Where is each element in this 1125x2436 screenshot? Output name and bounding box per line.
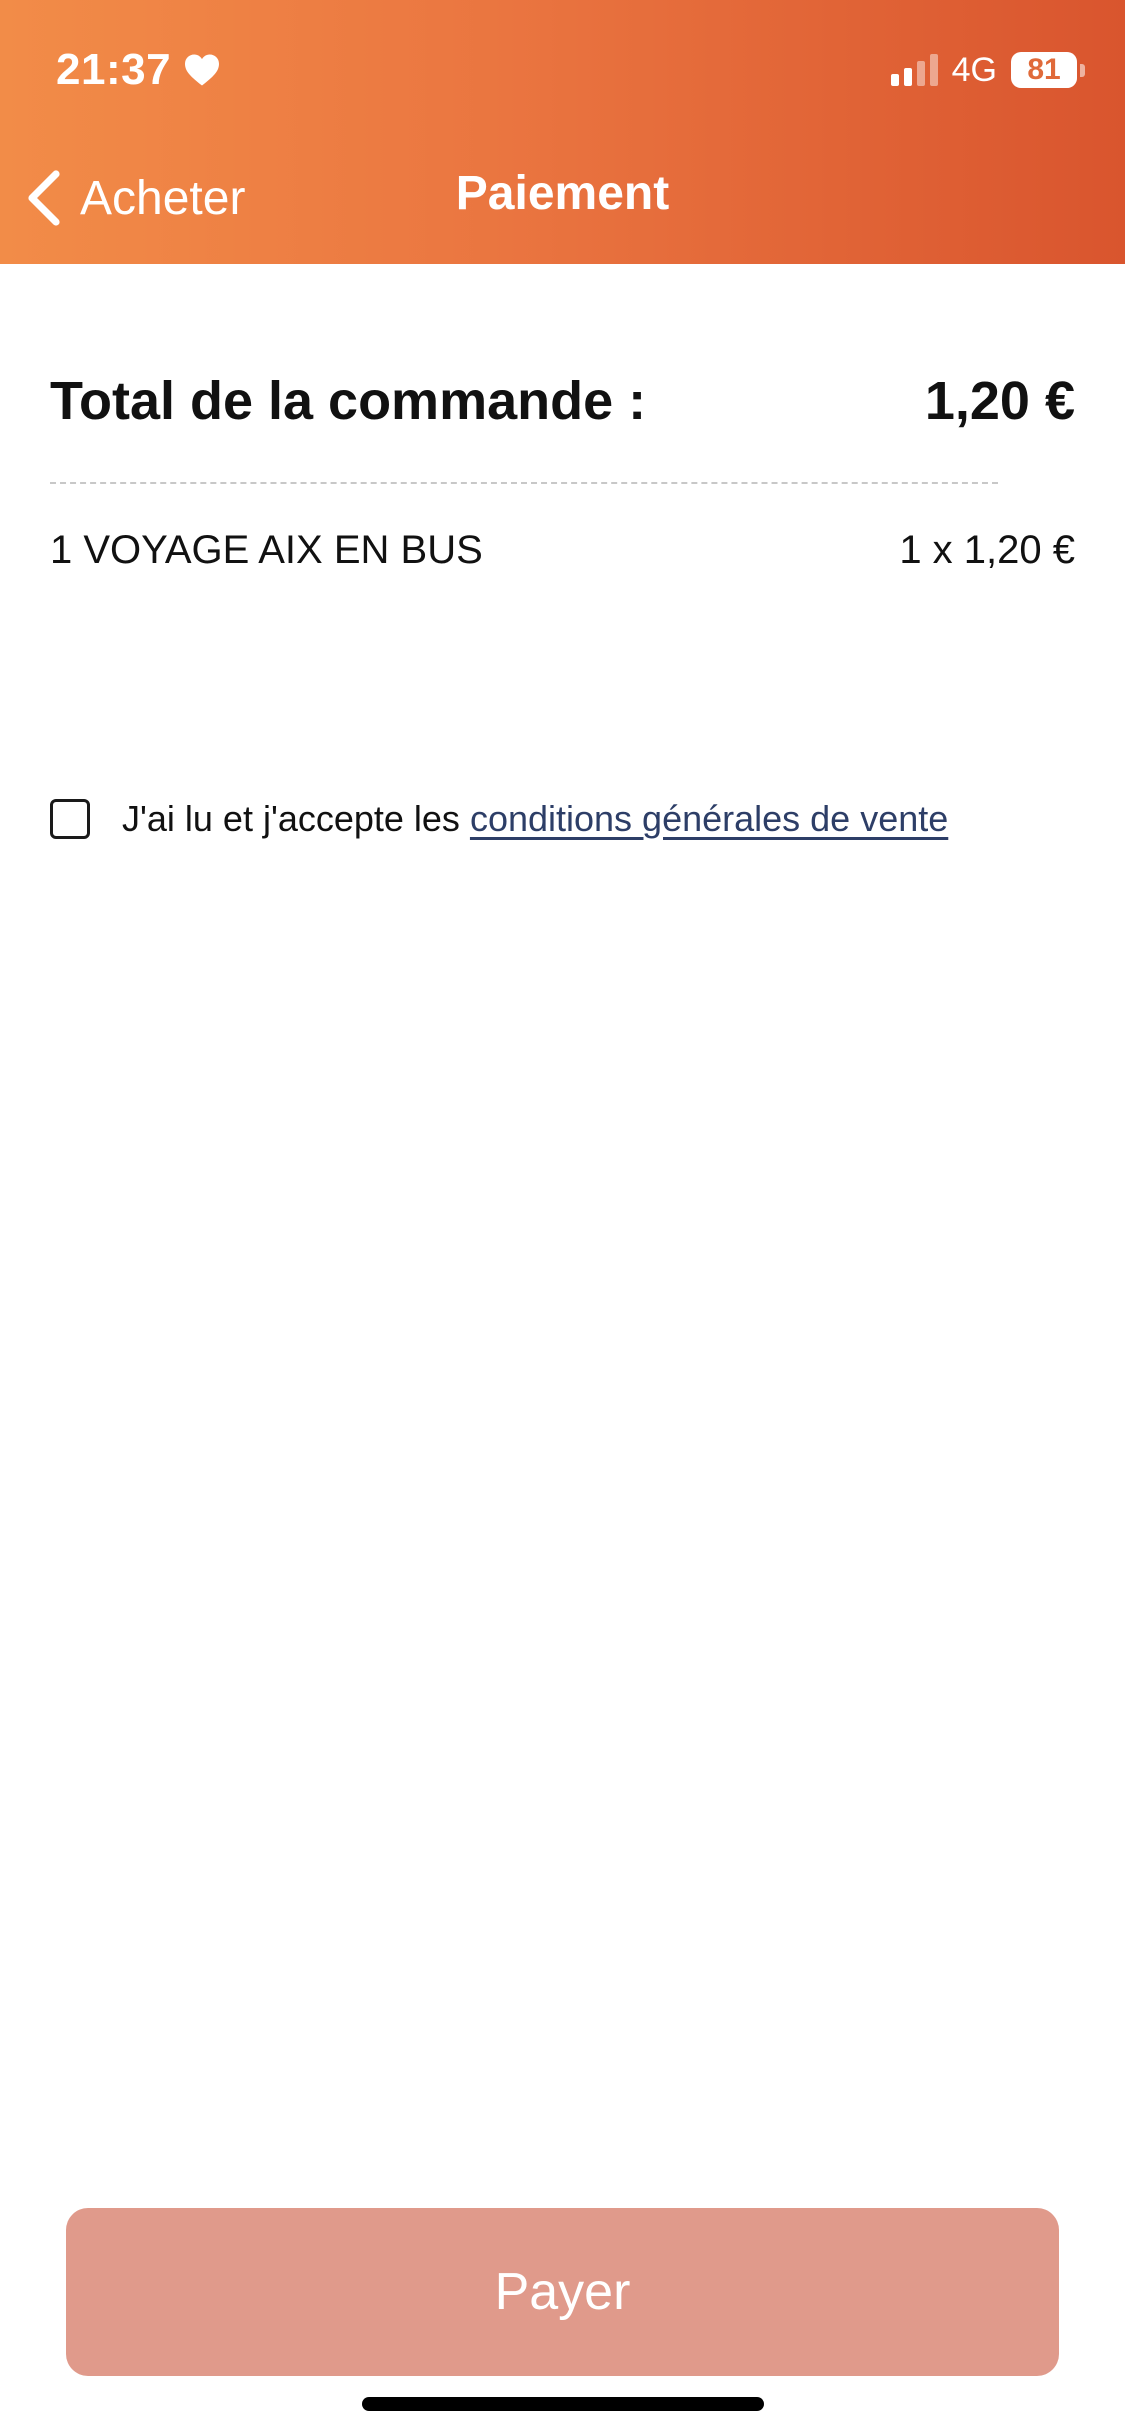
dashed-divider <box>50 482 998 484</box>
payment-screen: 21:37 4G 81 Acheter Paiement Total de la… <box>0 0 1125 2436</box>
order-total-row: Total de la commande : 1,20 € <box>50 370 1075 432</box>
terms-link[interactable]: conditions générales de vente <box>470 798 948 839</box>
order-total-amount: 1,20 € <box>924 371 1075 431</box>
heart-icon <box>183 53 221 87</box>
battery-level: 81 <box>1027 53 1061 86</box>
home-indicator <box>362 2397 764 2411</box>
status-bar-left: 21:37 <box>56 40 221 100</box>
order-item-quantity-price: 1 x 1,20 € <box>899 528 1075 572</box>
terms-checkbox[interactable] <box>50 799 90 839</box>
terms-text: J'ai lu et j'accepte les conditions géné… <box>122 798 948 840</box>
network-type: 4G <box>951 50 997 89</box>
battery-icon: 81 <box>1011 52 1085 88</box>
pay-button[interactable]: Payer <box>66 2208 1059 2376</box>
header-bar: 21:37 4G 81 Acheter Paiement <box>0 0 1125 264</box>
order-item-row: 1 VOYAGE AIX EN BUS 1 x 1,20 € <box>50 528 1075 573</box>
terms-prefix: J'ai lu et j'accepte les <box>122 798 470 839</box>
page-title: Paiement <box>455 167 670 220</box>
order-total-label: Total de la commande : <box>50 371 647 431</box>
signal-icon <box>890 54 938 86</box>
terms-row: J'ai lu et j'accepte les conditions géné… <box>50 798 948 840</box>
status-time: 21:37 <box>56 45 172 94</box>
order-item-name: 1 VOYAGE AIX EN BUS <box>50 528 483 572</box>
status-bar-right: 4G 81 <box>890 46 1085 94</box>
